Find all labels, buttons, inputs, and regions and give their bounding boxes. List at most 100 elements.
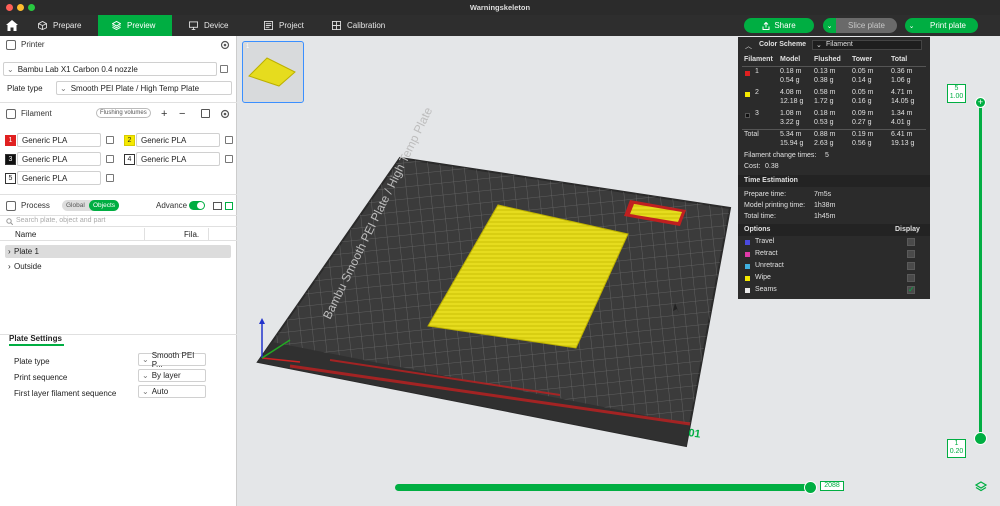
color-scheme-row: ︿ Color Scheme ⌄ Filament [738,40,930,51]
seams-swatch [745,288,750,293]
option-seams-label: Seams [755,286,777,293]
filament-select-5[interactable]: Generic PLA [17,171,101,185]
print-plate-button[interactable]: Print plate [918,18,978,33]
bottom-layer-handle[interactable] [974,432,987,445]
share-label: Share [774,21,796,30]
tree-item-plate-1[interactable]: › Plate 1 [5,245,231,258]
home-button[interactable] [0,15,24,36]
filament-swatch [745,71,750,76]
edit-filament-icon[interactable] [225,136,233,144]
tab-label: Calibration [347,21,386,30]
tower-length: 0.09 m [852,110,874,117]
flushed-length: 0.13 m [814,68,836,75]
filament-select-1[interactable]: Generic PLA [17,133,101,147]
slice-options-dropdown[interactable]: ⌄ [823,18,836,33]
move-value-readout: 2088 [820,481,844,491]
top-navigation: Prepare Preview Device Project Calibrati… [0,15,1000,36]
sync-filament-icon[interactable] [201,109,210,118]
left-sidebar: Printer ⌄ Bambu Lab X1 Carbon 0.4 nozzle… [0,36,237,506]
model-weight: 3.22 g [780,119,800,126]
plate-type-setting-select[interactable]: ⌄ Smooth PEI P... [138,351,206,369]
edit-filament-icon[interactable] [106,155,114,163]
filament-swatch [745,92,750,97]
print-sequence-select[interactable]: ⌄ By layer [138,369,206,382]
total-tower-length: 0.19 m [852,131,874,138]
legend-header-row: Filament Model Flushed Tower Total [738,56,930,66]
chevron-down-icon: ⌄ [60,83,67,93]
project-icon [264,21,273,30]
model-weight: 12.18 g [780,98,804,105]
tree-item-outside[interactable]: › Outside [5,260,231,273]
add-filament-button[interactable]: + [161,108,167,120]
change-times-value: 5 [825,152,829,159]
print-options-dropdown[interactable]: ⌄ [905,18,918,33]
objects-option[interactable]: Objects [89,200,119,211]
tree-item-label: Outside [14,262,42,271]
filament-select-2[interactable]: Generic PLA [136,133,220,147]
cube-icon [38,21,47,30]
slice-plate-button[interactable]: Slice plate [836,18,897,33]
tab-prepare[interactable]: Prepare [24,15,98,36]
close-window-button[interactable] [6,4,13,11]
object-search-field[interactable]: Search plate, object and part [0,215,237,227]
option-retract-checkbox[interactable] [907,250,915,258]
flushed-length: 0.18 m [814,110,836,117]
edit-printer-icon[interactable] [220,65,228,73]
share-button[interactable]: Share [744,18,814,33]
gear-icon[interactable] [220,40,230,50]
tab-project[interactable]: Project [250,15,324,36]
printer-icon [6,39,16,50]
filament-select-4[interactable]: Generic PLA [136,152,220,166]
layers-icon[interactable] [975,481,987,493]
model-weight: 0.54 g [780,77,800,84]
global-option[interactable]: Global [66,202,85,209]
gear-icon[interactable] [220,109,230,119]
time-estimation-header: Time Estimation [738,175,930,187]
filament-num: 3 [755,110,759,117]
slice-label: Slice plate [848,21,885,30]
filament-select-3[interactable]: Generic PLA [17,152,101,166]
process-scope-toggle[interactable]: Global Objects [62,200,119,211]
tab-preview[interactable]: Preview [98,15,172,36]
option-unretract-checkbox[interactable] [907,262,915,270]
header-filament: Filament [744,56,773,63]
process-grid-icon[interactable] [225,201,233,210]
divider [742,66,926,67]
first-layer-sequence-select[interactable]: ⌄ Auto [138,385,206,398]
edit-filament-icon[interactable] [225,155,233,163]
edit-filament-icon[interactable] [106,174,114,182]
edit-filament-icon[interactable] [106,136,114,144]
option-travel-checkbox[interactable] [907,238,915,246]
color-scheme-select[interactable]: ⌄ Filament [812,40,922,50]
remove-filament-button[interactable]: − [179,108,185,120]
flushing-volumes-button[interactable]: Flushing volumes [96,108,151,118]
printer-select[interactable]: ⌄ Bambu Lab X1 Carbon 0.4 nozzle [3,62,217,76]
printer-section-header: Printer [0,36,237,53]
chevron-down-icon: ⌄ [142,387,149,396]
minimize-window-button[interactable] [17,4,24,11]
header-flushed: Flushed [814,56,841,63]
tower-weight: 0.14 g [852,77,872,84]
advance-toggle[interactable] [189,201,205,210]
tower-length: 0.05 m [852,68,874,75]
move-slider[interactable] [395,484,815,491]
option-wipe-checkbox[interactable] [907,274,915,282]
col-fila: Fila. [184,230,200,239]
top-layer-readout: 5 1.00 [947,84,966,103]
option-seams-checkbox[interactable]: ✓ [907,286,915,294]
move-slider-handle[interactable] [804,481,817,494]
process-icon [6,200,16,211]
process-list-icon[interactable] [213,201,222,210]
filament-number-badge: 4 [124,154,135,165]
zoom-window-button[interactable] [28,4,35,11]
collapse-chevron-icon[interactable]: ︿ [745,41,752,51]
plate-type-select[interactable]: ⌄ Smooth PEI Plate / High Temp Plate [56,81,232,95]
layer-range-slider[interactable] [979,100,982,440]
cost-label: Cost: [744,163,761,170]
top-layer-handle[interactable]: + [975,97,986,108]
tab-calibration[interactable]: Calibration [318,15,408,36]
options-header: Options Display [738,224,930,236]
filament-num: 1 [755,68,759,75]
tab-device[interactable]: Device [175,15,249,36]
top-layer-height: 1.00 [949,93,964,100]
